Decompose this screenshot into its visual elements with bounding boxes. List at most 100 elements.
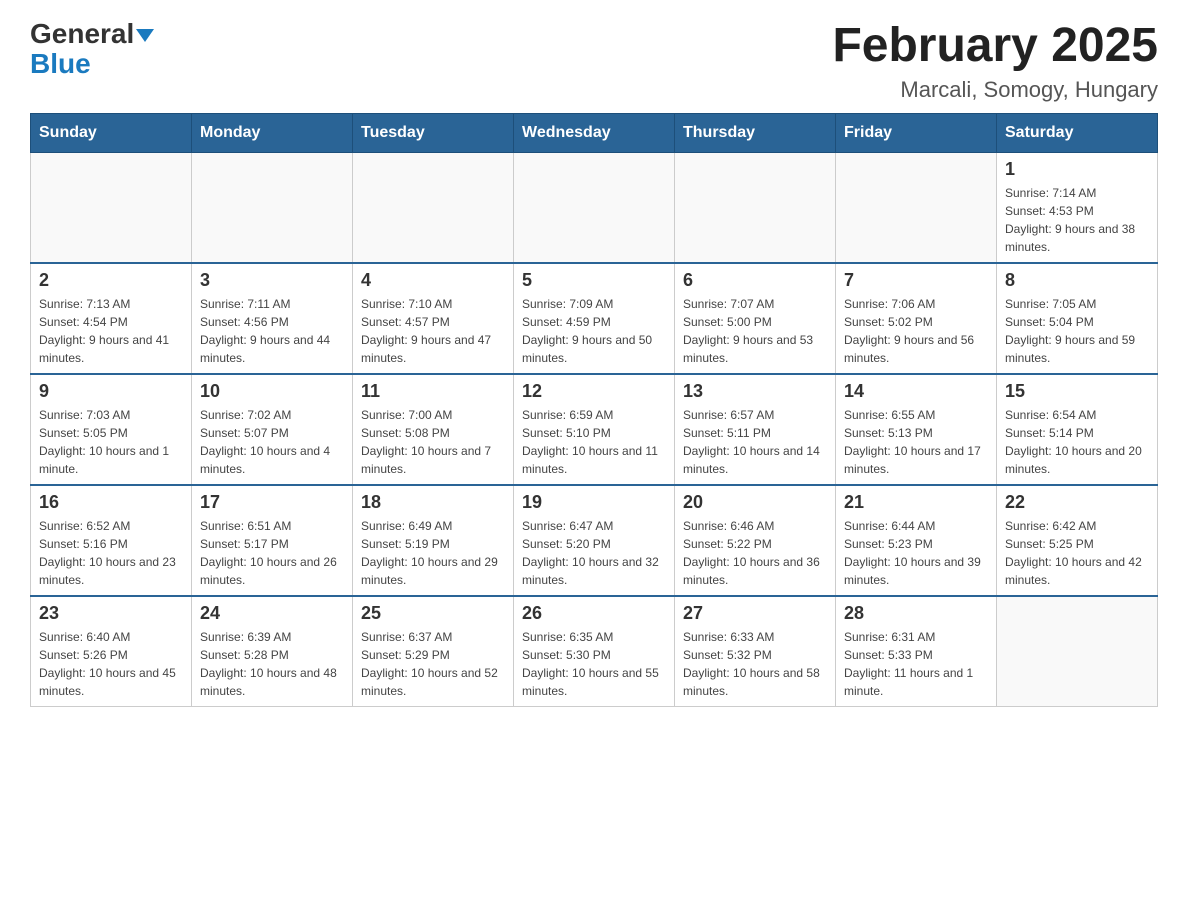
day-info: Sunrise: 6:46 AM Sunset: 5:22 PM Dayligh…: [683, 517, 827, 589]
day-info: Sunrise: 6:35 AM Sunset: 5:30 PM Dayligh…: [522, 628, 666, 700]
calendar-cell: 25 Sunrise: 6:37 AM Sunset: 5:29 PM Dayli…: [353, 596, 514, 707]
calendar-cell: 19 Sunrise: 6:47 AM Sunset: 5:20 PM Dayli…: [514, 485, 675, 596]
day-number: 27: [683, 603, 827, 624]
day-info: Sunrise: 6:42 AM Sunset: 5:25 PM Dayligh…: [1005, 517, 1149, 589]
calendar-cell: 13 Sunrise: 6:57 AM Sunset: 5:11 PM Dayli…: [675, 374, 836, 485]
day-number: 16: [39, 492, 183, 513]
calendar-cell: 9Sunrise: 7:03 AM Sunset: 5:05 PM Daylig…: [31, 374, 192, 485]
calendar-cell: 11 Sunrise: 7:00 AM Sunset: 5:08 PM Dayli…: [353, 374, 514, 485]
weekday-header-sunday: Sunday: [31, 113, 192, 152]
day-number: 25: [361, 603, 505, 624]
calendar-cell: [192, 152, 353, 263]
day-number: 2: [39, 270, 183, 291]
day-number: 1: [1005, 159, 1149, 180]
month-title: February 2025: [832, 20, 1158, 73]
day-number: 15: [1005, 381, 1149, 402]
calendar-table: SundayMondayTuesdayWednesdayThursdayFrid…: [30, 113, 1158, 707]
calendar-cell: 17 Sunrise: 6:51 AM Sunset: 5:17 PM Dayli…: [192, 485, 353, 596]
weekday-header-row: SundayMondayTuesdayWednesdayThursdayFrid…: [31, 113, 1158, 152]
week-row-3: 9Sunrise: 7:03 AM Sunset: 5:05 PM Daylig…: [31, 374, 1158, 485]
calendar-cell: 18 Sunrise: 6:49 AM Sunset: 5:19 PM Dayli…: [353, 485, 514, 596]
weekday-header-friday: Friday: [836, 113, 997, 152]
calendar-cell: 1 Sunrise: 7:14 AM Sunset: 4:53 PM Daylig…: [997, 152, 1158, 263]
day-info: Sunrise: 6:39 AM Sunset: 5:28 PM Dayligh…: [200, 628, 344, 700]
title-section: February 2025 Marcali, Somogy, Hungary: [832, 20, 1158, 103]
day-number: 14: [844, 381, 988, 402]
day-number: 3: [200, 270, 344, 291]
logo: General Blue: [30, 20, 154, 80]
location-title: Marcali, Somogy, Hungary: [832, 77, 1158, 103]
day-info: Sunrise: 7:05 AM Sunset: 5:04 PM Dayligh…: [1005, 295, 1149, 367]
day-number: 6: [683, 270, 827, 291]
day-info: Sunrise: 6:57 AM Sunset: 5:11 PM Dayligh…: [683, 406, 827, 478]
day-info: Sunrise: 6:37 AM Sunset: 5:29 PM Dayligh…: [361, 628, 505, 700]
calendar-cell: 4Sunrise: 7:10 AM Sunset: 4:57 PM Daylig…: [353, 263, 514, 374]
page-header: General Blue February 2025 Marcali, Somo…: [30, 20, 1158, 103]
calendar-cell: 27Sunrise: 6:33 AM Sunset: 5:32 PM Dayli…: [675, 596, 836, 707]
calendar-cell: 16 Sunrise: 6:52 AM Sunset: 5:16 PM Dayli…: [31, 485, 192, 596]
calendar-cell: 22 Sunrise: 6:42 AM Sunset: 5:25 PM Dayli…: [997, 485, 1158, 596]
day-info: Sunrise: 6:55 AM Sunset: 5:13 PM Dayligh…: [844, 406, 988, 478]
calendar-cell: 15 Sunrise: 6:54 AM Sunset: 5:14 PM Dayli…: [997, 374, 1158, 485]
day-number: 5: [522, 270, 666, 291]
calendar-cell: 5 Sunrise: 7:09 AM Sunset: 4:59 PM Daylig…: [514, 263, 675, 374]
day-info: Sunrise: 6:31 AM Sunset: 5:33 PM Dayligh…: [844, 628, 988, 700]
day-info: Sunrise: 7:09 AM Sunset: 4:59 PM Dayligh…: [522, 295, 666, 367]
day-number: 22: [1005, 492, 1149, 513]
day-number: 23: [39, 603, 183, 624]
day-info: Sunrise: 6:47 AM Sunset: 5:20 PM Dayligh…: [522, 517, 666, 589]
day-info: Sunrise: 7:07 AM Sunset: 5:00 PM Dayligh…: [683, 295, 827, 367]
calendar-cell: 20 Sunrise: 6:46 AM Sunset: 5:22 PM Dayli…: [675, 485, 836, 596]
day-info: Sunrise: 7:00 AM Sunset: 5:08 PM Dayligh…: [361, 406, 505, 478]
calendar-cell: 10Sunrise: 7:02 AM Sunset: 5:07 PM Dayli…: [192, 374, 353, 485]
weekday-header-monday: Monday: [192, 113, 353, 152]
day-info: Sunrise: 7:03 AM Sunset: 5:05 PM Dayligh…: [39, 406, 183, 478]
calendar-cell: 14 Sunrise: 6:55 AM Sunset: 5:13 PM Dayli…: [836, 374, 997, 485]
day-info: Sunrise: 7:10 AM Sunset: 4:57 PM Dayligh…: [361, 295, 505, 367]
day-number: 19: [522, 492, 666, 513]
week-row-1: 1 Sunrise: 7:14 AM Sunset: 4:53 PM Daylig…: [31, 152, 1158, 263]
day-info: Sunrise: 7:11 AM Sunset: 4:56 PM Dayligh…: [200, 295, 344, 367]
calendar-cell: [353, 152, 514, 263]
day-number: 17: [200, 492, 344, 513]
day-number: 20: [683, 492, 827, 513]
day-info: Sunrise: 6:44 AM Sunset: 5:23 PM Dayligh…: [844, 517, 988, 589]
calendar-cell: 28 Sunrise: 6:31 AM Sunset: 5:33 PM Dayli…: [836, 596, 997, 707]
day-info: Sunrise: 6:54 AM Sunset: 5:14 PM Dayligh…: [1005, 406, 1149, 478]
day-info: Sunrise: 7:02 AM Sunset: 5:07 PM Dayligh…: [200, 406, 344, 478]
day-info: Sunrise: 6:59 AM Sunset: 5:10 PM Dayligh…: [522, 406, 666, 478]
day-number: 7: [844, 270, 988, 291]
day-info: Sunrise: 7:13 AM Sunset: 4:54 PM Dayligh…: [39, 295, 183, 367]
calendar-cell: 24Sunrise: 6:39 AM Sunset: 5:28 PM Dayli…: [192, 596, 353, 707]
day-number: 11: [361, 381, 505, 402]
weekday-header-wednesday: Wednesday: [514, 113, 675, 152]
day-info: Sunrise: 6:52 AM Sunset: 5:16 PM Dayligh…: [39, 517, 183, 589]
calendar-cell: [836, 152, 997, 263]
weekday-header-thursday: Thursday: [675, 113, 836, 152]
week-row-2: 2 Sunrise: 7:13 AM Sunset: 4:54 PM Daylig…: [31, 263, 1158, 374]
day-number: 13: [683, 381, 827, 402]
calendar-cell: [31, 152, 192, 263]
calendar-cell: 7 Sunrise: 7:06 AM Sunset: 5:02 PM Daylig…: [836, 263, 997, 374]
calendar-cell: 12 Sunrise: 6:59 AM Sunset: 5:10 PM Dayli…: [514, 374, 675, 485]
calendar-cell: [514, 152, 675, 263]
calendar-cell: 2 Sunrise: 7:13 AM Sunset: 4:54 PM Daylig…: [31, 263, 192, 374]
logo-blue-text: Blue: [30, 48, 91, 79]
day-number: 18: [361, 492, 505, 513]
calendar-cell: 21 Sunrise: 6:44 AM Sunset: 5:23 PM Dayli…: [836, 485, 997, 596]
day-info: Sunrise: 6:49 AM Sunset: 5:19 PM Dayligh…: [361, 517, 505, 589]
day-info: Sunrise: 6:51 AM Sunset: 5:17 PM Dayligh…: [200, 517, 344, 589]
week-row-4: 16 Sunrise: 6:52 AM Sunset: 5:16 PM Dayli…: [31, 485, 1158, 596]
calendar-cell: 26 Sunrise: 6:35 AM Sunset: 5:30 PM Dayli…: [514, 596, 675, 707]
day-number: 26: [522, 603, 666, 624]
day-info: Sunrise: 7:14 AM Sunset: 4:53 PM Dayligh…: [1005, 184, 1149, 256]
day-info: Sunrise: 7:06 AM Sunset: 5:02 PM Dayligh…: [844, 295, 988, 367]
weekday-header-saturday: Saturday: [997, 113, 1158, 152]
day-number: 21: [844, 492, 988, 513]
day-number: 8: [1005, 270, 1149, 291]
calendar-cell: 8 Sunrise: 7:05 AM Sunset: 5:04 PM Daylig…: [997, 263, 1158, 374]
day-number: 28: [844, 603, 988, 624]
day-info: Sunrise: 6:40 AM Sunset: 5:26 PM Dayligh…: [39, 628, 183, 700]
day-number: 12: [522, 381, 666, 402]
week-row-5: 23 Sunrise: 6:40 AM Sunset: 5:26 PM Dayli…: [31, 596, 1158, 707]
